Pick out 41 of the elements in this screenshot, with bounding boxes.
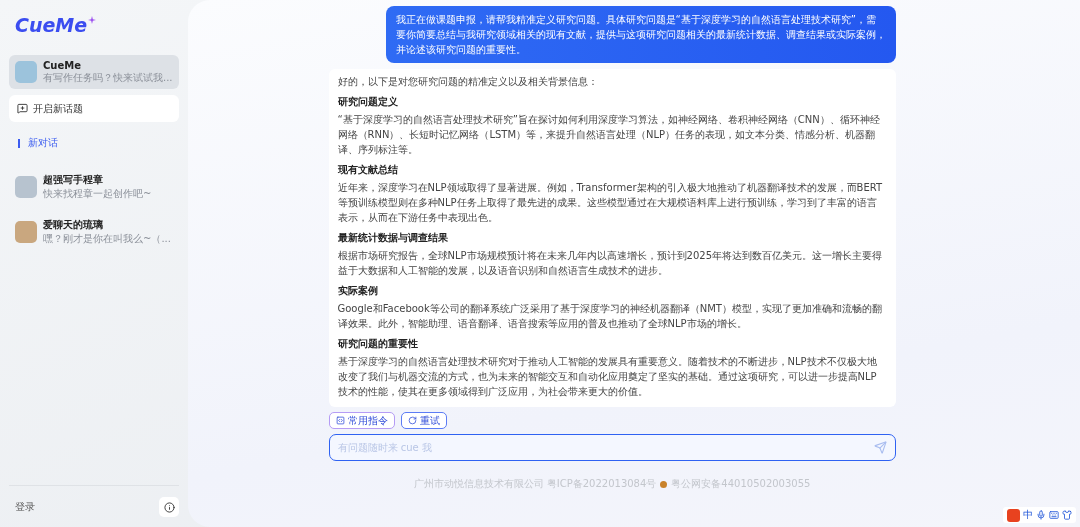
avatar	[15, 175, 37, 198]
logo: CueMe	[9, 14, 179, 36]
assistant-name: CueMe	[43, 60, 82, 71]
assistant-name: 爱聊天的琉璃	[43, 218, 104, 232]
answer-paragraph: Google和Facebook等公司的翻译系统广泛采用了基于深度学习的神经机器翻译（NMT）模型，实现了更加准确和流畅的翻译效果。此外，智能助理、语音翻译、语音搜索等应用的普及也推动了全球NLP市场的增长。	[337, 302, 883, 331]
answer-paragraph: 基于深度学习的自然语言处理技术研究对于推动人工智能的发展具有重要意义。随着技术的不断进步，NLP技术不仅极大地改变了我们与机器交流的方式，也为未来的智能交互和自动化应用奠定了坚实的基础。通过这项研究，可以进一步提高NLP技术的性能，使其在更多领域得到广泛应用，为社会带来更大的价值。	[337, 355, 878, 399]
answer-heading: 实际案例	[337, 284, 379, 298]
ime-logo-icon	[1007, 508, 1020, 522]
retry-button[interactable]: 重试	[400, 412, 447, 429]
assistant-preview: 嘿？刚才是你在叫我么~（...	[43, 233, 171, 245]
assistant-item[interactable]: 爱聊天的琉璃 嘿？刚才是你在叫我么~（...	[9, 213, 179, 250]
answer-paragraph: “基于深度学习的自然语言处理技术研究”旨在探讨如何利用深度学习算法，如神经网络、卷积神经网络（CNN）、循环神经网络（RNN）、长短时记忆网络（LSTM）等，来提升自然语言处理（NLP）任务的表现，如文本分类、情感分析、机器翻译、序列标注等。	[337, 113, 881, 157]
conversation-item[interactable]: 新对话	[9, 132, 179, 154]
avatar	[15, 61, 37, 83]
login-link[interactable]: 登录	[15, 500, 35, 514]
info-icon	[163, 501, 175, 513]
answer-paragraph: 好的，以下是对您研究问题的精准定义以及相关背景信息：	[337, 75, 599, 89]
answer-heading: 现有文献总结	[337, 163, 399, 177]
sparkle-icon	[88, 16, 97, 24]
active-indicator	[18, 138, 20, 148]
keyboard-icon[interactable]	[1049, 510, 1059, 520]
answer-heading: 研究问题的重要性	[337, 337, 419, 351]
ime-language[interactable]: 中	[1023, 508, 1033, 522]
user-message: 我正在做课题申报，请帮我精准定义研究问题。具体研究问题是“基于深度学习的自然语言处理技术研究”，需要你简要总结与我研究领域相关的现有文献，提供与这项研究问题相关的最新统计数据、调查结果或实际案例，并论述该研究问题的重要性。	[385, 6, 896, 63]
answer-paragraph: 根据市场研究报告，全球NLP市场规模预计将在未来几年内以高速增长，预计到2025年将达到数百亿美元。这一增长主要得益于大数据和人工智能的发展，以及语音识别和自然语言生成技术的进步。	[337, 249, 884, 278]
police-badge-icon	[660, 480, 668, 488]
assistant-preview: 有写作任务吗？快来试试我...	[43, 72, 173, 84]
shirt-icon[interactable]	[1062, 510, 1072, 520]
new-topic-button[interactable]: 开启新话题	[9, 95, 179, 122]
answer-heading: 最新统计数据与调查结果	[337, 231, 449, 245]
assistant-name: 超强写手程章	[43, 173, 104, 187]
info-button[interactable]	[159, 497, 179, 517]
answer-heading: 研究问题定义	[337, 95, 399, 109]
answer-paragraph: 近年来，深度学习在NLP领域取得了显著进展。例如，Transformer架构的引入极大地推动了机器翻译技术的发展，而BERT等预训练模型则在多种NLP任务上取得了最先进的成果。这些模型通过在大规模语料库上进行预训练，学习到了丰富的语言表示，从而在下游任务中表现出色。	[337, 181, 884, 225]
refresh-icon	[407, 416, 417, 425]
commands-button[interactable]: 常用指令	[328, 412, 395, 429]
chat-plus-icon	[17, 103, 28, 114]
mic-icon[interactable]	[1036, 510, 1046, 520]
code-icon	[335, 416, 345, 425]
avatar	[15, 220, 37, 243]
assistant-item[interactable]: CueMe 有写作任务吗？快来试试我...	[9, 55, 179, 89]
